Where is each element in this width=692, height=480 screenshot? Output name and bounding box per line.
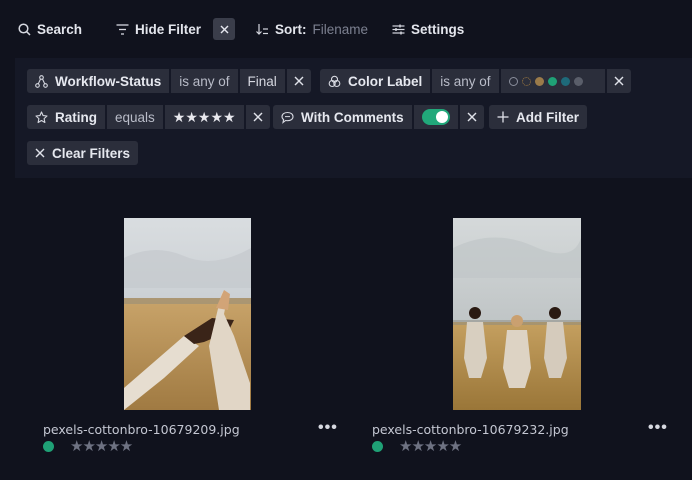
toolbar: Search Hide Filter Sort: Filename Settin… [0, 0, 692, 58]
filter-key-rating[interactable]: Rating [27, 105, 105, 129]
filter-chip-color-label: Color Label is any of [320, 69, 631, 93]
close-icon [614, 76, 624, 86]
color-dot-green [547, 76, 557, 86]
add-filter-chip[interactable]: Add Filter [489, 105, 587, 129]
asset-more-button[interactable]: ••• [648, 419, 668, 437]
asset-rating[interactable]: ★★★★★ [70, 437, 133, 455]
asset-more-button[interactable]: ••• [318, 419, 338, 437]
filter-icon [116, 23, 129, 35]
rating-value[interactable]: ★★★★★ [164, 105, 244, 129]
close-icon [35, 148, 45, 158]
color-dot-orange [521, 76, 531, 86]
color-dot-none [508, 76, 518, 86]
clear-filters-label: Clear Filters [52, 145, 131, 161]
close-icon [220, 25, 229, 33]
comments-toggle[interactable] [421, 109, 450, 125]
filter-key-label: Color Label [348, 73, 423, 89]
plus-icon [497, 111, 509, 123]
filter-value[interactable]: Final [239, 69, 285, 93]
sort-button[interactable]: Sort: Filename [256, 18, 368, 40]
photo-three-men-wheat-field [453, 218, 581, 410]
hide-filter-close-button[interactable] [213, 18, 236, 40]
color-label-selector[interactable] [500, 69, 605, 93]
search-icon [18, 22, 31, 36]
filter-key-label: With Comments [301, 109, 404, 125]
sort-icon [256, 24, 268, 35]
hide-filter-button[interactable]: Hide Filter [116, 18, 236, 40]
clear-filters-button[interactable]: Clear Filters [27, 141, 139, 165]
color-dot-gray [573, 76, 583, 86]
settings-button[interactable]: Settings [392, 18, 464, 40]
color-dot-teal [560, 76, 570, 86]
asset-rating[interactable]: ★★★★★ [399, 437, 462, 455]
filter-operator[interactable]: equals [107, 105, 163, 129]
photo-hands-wheat-field [124, 218, 251, 410]
asset-color-label[interactable] [43, 441, 54, 452]
settings-label: Settings [411, 21, 465, 37]
clear-filters-chip[interactable]: Clear Filters [27, 141, 139, 165]
asset-filename[interactable]: pexels-cottonbro-10679209.jpg [43, 422, 240, 437]
color-dot-brown [534, 76, 544, 86]
filter-operator[interactable]: is any of [432, 69, 499, 93]
sort-value: Filename [312, 21, 369, 37]
remove-filter-button[interactable] [245, 105, 270, 129]
filter-operator[interactable]: is any of [171, 69, 238, 93]
close-icon [253, 112, 263, 122]
filter-key-workflow-status[interactable]: Workflow-Status [27, 69, 170, 93]
filter-key-label: Rating [55, 109, 97, 125]
asset-thumbnail[interactable] [453, 218, 581, 410]
sort-label: Sort: [275, 21, 307, 37]
asset-color-label[interactable] [372, 441, 383, 452]
filter-key-color-label[interactable]: Color Label [320, 69, 431, 93]
add-filter-label: Add Filter [516, 109, 579, 125]
filter-chip-workflow-status: Workflow-Status is any of Final [27, 69, 311, 93]
close-icon [294, 76, 304, 86]
search-button[interactable]: Search [18, 18, 82, 40]
filter-key-with-comments[interactable]: With Comments [273, 105, 412, 129]
settings-sliders-icon [392, 24, 405, 34]
add-filter-button[interactable]: Add Filter [489, 105, 587, 129]
comments-toggle-cell[interactable] [413, 105, 458, 129]
close-icon [467, 112, 477, 122]
workflow-icon [35, 74, 48, 88]
star-outline-icon [35, 110, 48, 123]
comment-icon [281, 111, 294, 124]
filter-chip-rating: Rating equals ★★★★★ [27, 105, 270, 129]
asset-filename[interactable]: pexels-cottonbro-10679232.jpg [372, 422, 569, 437]
filter-chip-with-comments: With Comments [273, 105, 484, 129]
hide-filter-label: Hide Filter [135, 21, 202, 37]
remove-filter-button[interactable] [286, 69, 311, 93]
color-label-icon [328, 75, 341, 87]
asset-thumbnail[interactable] [124, 218, 251, 410]
search-label: Search [37, 21, 83, 37]
remove-filter-button[interactable] [459, 105, 484, 129]
remove-filter-button[interactable] [606, 69, 631, 93]
filter-key-label: Workflow-Status [55, 73, 162, 89]
